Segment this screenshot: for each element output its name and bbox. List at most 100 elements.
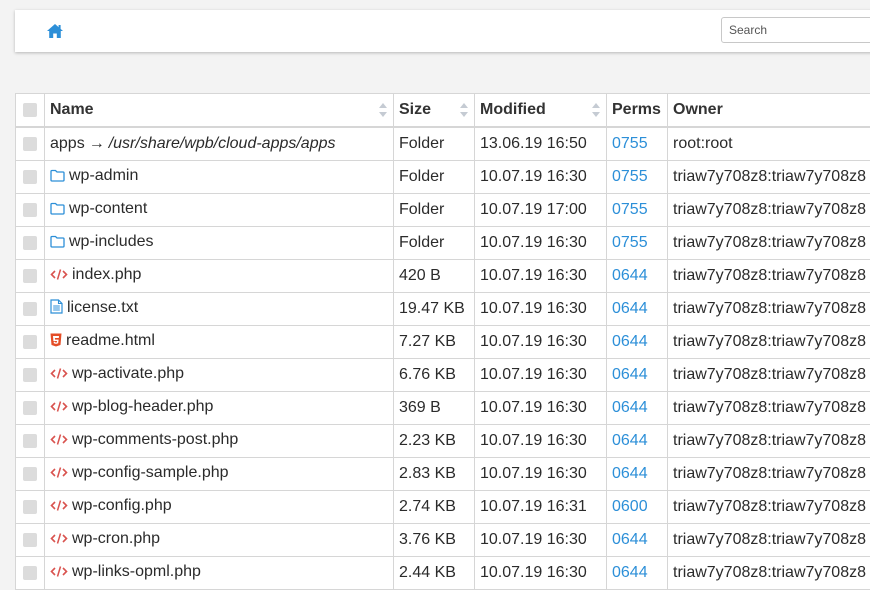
folder-icon <box>50 169 65 187</box>
sort-modified-icon[interactable] <box>592 103 601 117</box>
perms-link[interactable]: 0644 <box>612 366 648 383</box>
owner-cell: root:root <box>668 127 870 161</box>
column-owner-label: Owner <box>673 101 723 118</box>
file-name[interactable]: wp-cron.php <box>72 530 160 547</box>
name-cell: wp-config.php <box>45 491 394 524</box>
perms-link[interactable]: 0644 <box>612 399 648 416</box>
code-icon <box>50 400 68 418</box>
table-row[interactable]: wp-activate.php 6.76 KB10.07.19 16:30 0644… <box>16 359 870 392</box>
column-header-owner: Owner <box>668 94 870 128</box>
perms-link[interactable]: 0644 <box>612 531 648 548</box>
file-name[interactable]: wp-admin <box>69 167 138 184</box>
owner-cell: triaw7y708z8:triaw7y708z8 <box>668 425 870 458</box>
perms-link[interactable]: 0755 <box>612 201 648 218</box>
name-cell: wp-blog-header.php <box>45 392 394 425</box>
table-row[interactable]: wp-contentFolder10.07.19 17:000755triaw7… <box>16 194 870 227</box>
modified-cell: 10.07.19 16:30 <box>475 359 607 392</box>
file-name[interactable]: wp-blog-header.php <box>72 398 213 415</box>
row-checkbox[interactable] <box>23 236 37 250</box>
file-name[interactable]: wp-activate.php <box>72 365 184 382</box>
sort-name-icon[interactable] <box>379 103 388 117</box>
file-name[interactable]: license.txt <box>67 299 138 316</box>
perms-link[interactable]: 0755 <box>612 168 648 185</box>
row-checkbox[interactable] <box>23 533 37 547</box>
row-select-cell <box>16 491 45 524</box>
table-row[interactable]: wp-adminFolder10.07.19 16:300755triaw7y7… <box>16 161 870 194</box>
table-row[interactable]: license.txt19.47 KB10.07.19 16:300644tri… <box>16 293 870 326</box>
table-row[interactable]: apps→/usr/share/wpb/cloud-apps/appsFolde… <box>16 127 870 161</box>
modified-cell: 10.07.19 16:30 <box>475 557 607 590</box>
row-checkbox[interactable] <box>23 170 37 184</box>
row-checkbox[interactable] <box>23 401 37 415</box>
code-icon <box>50 433 68 451</box>
home-icon[interactable] <box>46 23 64 39</box>
row-checkbox[interactable] <box>23 137 37 151</box>
size-cell: 6.76 KB <box>394 359 475 392</box>
row-checkbox[interactable] <box>23 335 37 349</box>
table-row[interactable]: wp-blog-header.php369 B10.07.19 16:30064… <box>16 392 870 425</box>
perms-link[interactable]: 0644 <box>612 267 648 284</box>
perms-cell: 0755 <box>607 227 668 260</box>
row-checkbox[interactable] <box>23 467 37 481</box>
file-name[interactable]: wp-comments-post.php <box>72 431 238 448</box>
search-input[interactable] <box>721 17 870 43</box>
row-checkbox[interactable] <box>23 269 37 283</box>
row-checkbox[interactable] <box>23 566 37 580</box>
table-row[interactable]: wp-includesFolder10.07.19 16:300755triaw… <box>16 227 870 260</box>
row-select-cell <box>16 194 45 227</box>
modified-cell: 10.07.19 16:30 <box>475 326 607 359</box>
perms-link[interactable]: 0644 <box>612 432 648 449</box>
code-icon <box>50 532 68 550</box>
perms-link[interactable]: 0644 <box>612 333 648 350</box>
table-row[interactable]: wp-config-sample.php2.83 KB10.07.19 16:3… <box>16 458 870 491</box>
name-cell: wp-includes <box>45 227 394 260</box>
table-row[interactable]: wp-cron.php3.76 KB10.07.19 16:300644tria… <box>16 524 870 557</box>
row-select-cell <box>16 127 45 161</box>
perms-link[interactable]: 0755 <box>612 135 648 152</box>
modified-cell: 10.07.19 17:00 <box>475 194 607 227</box>
row-checkbox[interactable] <box>23 500 37 514</box>
size-cell: 2.44 KB <box>394 557 475 590</box>
column-header-size[interactable]: Size <box>394 94 475 128</box>
code-icon <box>50 499 68 517</box>
table-row[interactable]: wp-config.php2.74 KB10.07.19 16:310600tr… <box>16 491 870 524</box>
table-row[interactable]: readme.html7.27 KB10.07.19 16:300644tria… <box>16 326 870 359</box>
perms-link[interactable]: 0644 <box>612 300 648 317</box>
file-name[interactable]: readme.html <box>66 332 155 349</box>
row-checkbox[interactable] <box>23 203 37 217</box>
code-icon <box>50 466 68 484</box>
perms-cell: 0644 <box>607 458 668 491</box>
modified-cell: 10.07.19 16:31 <box>475 491 607 524</box>
modified-cell: 10.07.19 16:30 <box>475 260 607 293</box>
perms-cell: 0644 <box>607 260 668 293</box>
file-name[interactable]: wp-includes <box>69 233 153 250</box>
perms-link[interactable]: 0600 <box>612 498 648 515</box>
perms-cell: 0644 <box>607 524 668 557</box>
perms-link[interactable]: 0755 <box>612 234 648 251</box>
select-all-checkbox[interactable] <box>23 103 37 117</box>
perms-link[interactable]: 0644 <box>612 564 648 581</box>
modified-cell: 10.07.19 16:30 <box>475 425 607 458</box>
column-header-perms: Perms <box>607 94 668 128</box>
perms-link[interactable]: 0644 <box>612 465 648 482</box>
table-row[interactable]: wp-comments-post.php 2.23 KB10.07.19 16:3… <box>16 425 870 458</box>
owner-cell: triaw7y708z8:triaw7y708z8 <box>668 260 870 293</box>
file-name[interactable]: index.php <box>72 266 141 283</box>
size-cell: 3.76 KB <box>394 524 475 557</box>
table-row[interactable]: wp-links-opml.php2.44 KB10.07.19 16:3006… <box>16 557 870 590</box>
name-cell: license.txt <box>45 293 394 326</box>
size-cell: 2.23 KB <box>394 425 475 458</box>
file-name[interactable]: wp-config.php <box>72 497 172 514</box>
column-header-name[interactable]: Name <box>45 94 394 128</box>
perms-cell: 0644 <box>607 326 668 359</box>
file-name[interactable]: wp-content <box>69 200 147 217</box>
file-name[interactable]: wp-config-sample.php <box>72 464 229 481</box>
row-checkbox[interactable] <box>23 302 37 316</box>
file-name[interactable]: apps <box>50 135 85 152</box>
name-cell: wp-comments-post.php <box>45 425 394 458</box>
sort-size-icon[interactable] <box>460 103 469 117</box>
column-header-modified[interactable]: Modified <box>475 94 607 128</box>
row-checkbox[interactable] <box>23 434 37 448</box>
table-row[interactable]: index.php420 B10.07.19 16:300644triaw7y7… <box>16 260 870 293</box>
row-checkbox[interactable] <box>23 368 37 382</box>
